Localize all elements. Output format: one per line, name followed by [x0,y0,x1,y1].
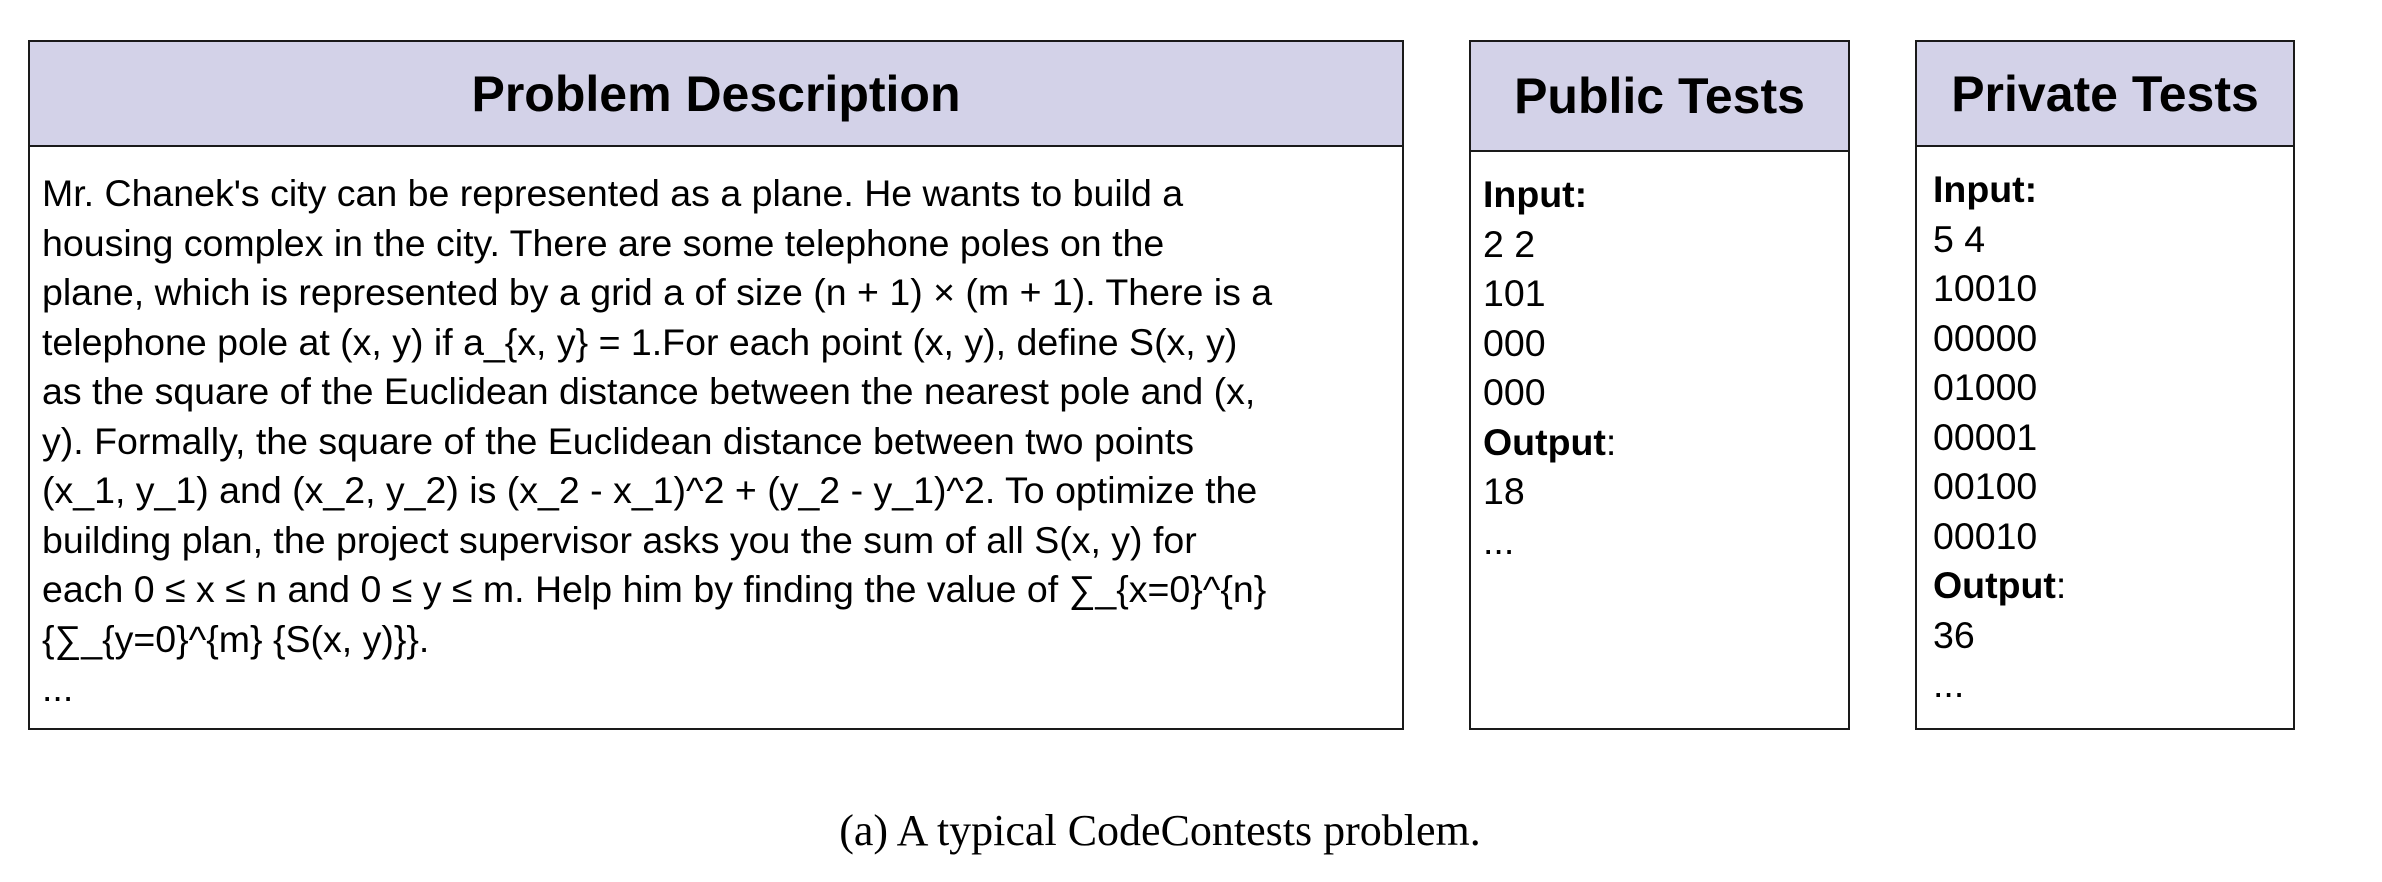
input-line: 00001 [1933,415,2038,458]
public-tests-title: Public Tests [1471,42,1848,152]
description-line: Mr. Chanek's city can be represented as … [42,172,1184,214]
input-line: 000 [1483,371,1546,413]
description-line: as the square of the Euclidean distance … [42,370,1256,412]
description-line: y). Formally, the square of the Euclidea… [42,419,1195,462]
description-line: housing complex in the city. There are s… [42,221,1165,264]
input-line: 01000 [1933,366,2038,408]
output-ellipsis: ... [1483,519,1515,562]
figure-caption: (a) A typical CodeContests problem. [839,806,1481,855]
input-line: 00100 [1933,465,2038,507]
public-tests-panel: Public Tests Input: 2 2 101 000 000 Outp… [1469,40,1850,730]
description-line: plane, which is represented by a grid a … [42,271,1273,313]
output-label: Output [1933,564,2056,606]
input-line: 2 2 [1483,222,1536,265]
private-tests-panel: Private Tests Input: 5 4 10010 00000 010… [1915,40,2295,730]
description-line: telephone pole at (x, y) if a_{x, y} = 1… [42,320,1238,363]
input-line: 00000 [1933,316,2038,359]
output-label: Output [1483,420,1606,463]
input-line: 000 [1483,321,1546,364]
output-line: 36 [1933,613,1975,656]
input-line: 5 4 [1933,217,1986,260]
input-line: 00010 [1933,514,2038,557]
description-line: (x_1, y_1) and (x_2, y_2) is (x_2 - x_1)… [42,469,1258,511]
output-label-line: Output: [1483,420,1617,463]
input-line: 10010 [1933,267,2038,309]
input-label-line: Input: [1483,173,1588,215]
output-ellipsis: ... [1933,663,1965,705]
description-line: building plan, the project supervisor as… [42,518,1197,561]
input-line: 101 [1483,272,1546,314]
output-label-line: Output: [1933,564,2067,606]
problem-description-title: Problem Description [30,42,1402,147]
input-label-line: Input: [1933,168,2038,210]
problem-description-panel: Problem Description Mr. Chanek's city ca… [28,40,1404,730]
output-line: 18 [1483,470,1525,512]
public-tests-body: Input: 2 2 101 000 000 Output: 18 ... [1471,152,1848,566]
description-line: each 0 ≤ x ≤ n and 0 ≤ y ≤ m. Help him b… [42,568,1267,610]
private-tests-title: Private Tests [1917,42,2293,147]
input-label: Input [1483,173,1575,215]
private-tests-body: Input: 5 4 10010 00000 01000 00001 00100… [1917,147,2293,710]
description-ellipsis: ... [42,667,74,709]
problem-description-text: Mr. Chanek's city can be represented as … [30,147,1402,714]
description-line: {∑_{y=0}^{m} {S(x, y)}}. [42,617,430,660]
input-label: Input [1933,168,2025,210]
